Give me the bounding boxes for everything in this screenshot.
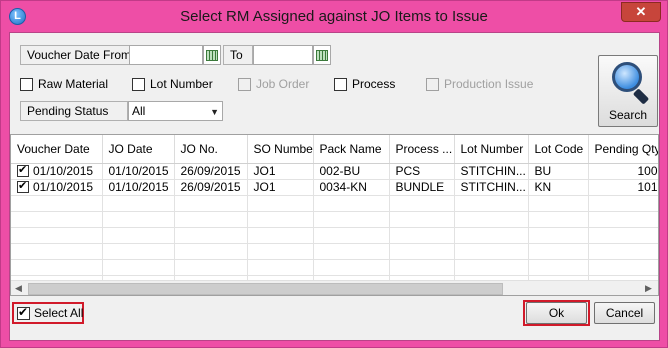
production-issue-checkbox bbox=[426, 78, 439, 91]
dialog-window: L Select RM Assigned against JO Items to… bbox=[0, 0, 668, 348]
voucher-date-from-input[interactable] bbox=[129, 45, 203, 65]
column-header-lot-code[interactable]: Lot Code bbox=[528, 135, 589, 164]
cell-jo-date: 01/10/2015 bbox=[102, 179, 175, 196]
cell-pack-name: 002-BU bbox=[313, 163, 390, 180]
dialog-body: Voucher Date From To Raw Material Lot Nu… bbox=[9, 32, 660, 341]
column-header-process[interactable]: Process ... bbox=[389, 135, 455, 164]
cancel-button[interactable]: Cancel bbox=[594, 302, 655, 324]
lot-number-checkbox[interactable] bbox=[132, 78, 145, 91]
empty-row bbox=[11, 227, 658, 244]
horizontal-scrollbar[interactable]: ◀ ▶ bbox=[11, 280, 658, 295]
chevron-down-icon: ▼ bbox=[210, 107, 219, 117]
cell-pack-name: 0034-KN bbox=[313, 179, 390, 196]
raw-material-checkbox[interactable] bbox=[20, 78, 33, 91]
job-order-label: Job Order bbox=[256, 77, 310, 91]
to-date-calendar-button[interactable] bbox=[313, 45, 331, 65]
column-header-so-number[interactable]: SO Number bbox=[247, 135, 314, 164]
scroll-left-icon[interactable]: ◀ bbox=[15, 283, 22, 294]
search-button[interactable]: Search bbox=[598, 55, 658, 127]
column-header-lot-number[interactable]: Lot Number bbox=[454, 135, 529, 164]
pending-status-label: Pending Status bbox=[20, 101, 128, 121]
magnifier-icon bbox=[612, 62, 642, 92]
pending-status-dropdown[interactable]: All ▼ bbox=[128, 101, 223, 121]
empty-row bbox=[11, 259, 658, 276]
magnifier-handle bbox=[632, 88, 650, 105]
select-all-control[interactable]: Select All bbox=[12, 302, 84, 324]
cell-voucher-date-text: 01/10/2015 bbox=[33, 180, 94, 194]
row-select-checkbox[interactable] bbox=[17, 163, 29, 177]
pending-status-value: All bbox=[132, 104, 146, 118]
items-grid[interactable]: Voucher Date JO Date JO No. SO Number Pa… bbox=[10, 134, 659, 296]
cell-jo-date: 01/10/2015 bbox=[102, 163, 175, 180]
column-header-jo-no[interactable]: JO No. bbox=[174, 135, 248, 164]
cell-lot-code: KN bbox=[528, 179, 589, 196]
voucher-date-from-label: Voucher Date From bbox=[20, 45, 131, 65]
cell-pending-qty: 101 bbox=[588, 179, 658, 196]
column-header-jo-date[interactable]: JO Date bbox=[102, 135, 175, 164]
cell-process: BUNDLE bbox=[389, 179, 455, 196]
job-order-checkbox bbox=[238, 78, 251, 91]
cell-jo-no: 26/09/2015 bbox=[174, 179, 248, 196]
search-label: Search bbox=[608, 108, 648, 122]
table-row[interactable]: 01/10/2015 01/10/2015 26/09/2015 JO1 002… bbox=[11, 163, 658, 180]
grid-header-row: Voucher Date JO Date JO No. SO Number Pa… bbox=[11, 135, 658, 164]
empty-row bbox=[11, 211, 658, 228]
cell-process: PCS bbox=[389, 163, 455, 180]
cell-so-number: JO1 bbox=[247, 179, 314, 196]
cell-lot-number: STITCHIN... bbox=[454, 163, 529, 180]
scrollbar-thumb[interactable] bbox=[28, 283, 503, 295]
select-all-checkbox[interactable] bbox=[17, 305, 30, 320]
cell-pending-qty: 100 bbox=[588, 163, 658, 180]
empty-row bbox=[11, 243, 658, 260]
lot-number-label: Lot Number bbox=[150, 77, 213, 91]
cell-so-number: JO1 bbox=[247, 163, 314, 180]
column-header-pack-name[interactable]: Pack Name bbox=[313, 135, 390, 164]
calendar-icon bbox=[206, 49, 218, 61]
raw-material-label: Raw Material bbox=[38, 77, 109, 91]
close-button[interactable]: ✕ bbox=[621, 2, 661, 22]
window-title: Select RM Assigned against JO Items to I… bbox=[180, 8, 488, 25]
cell-voucher-date[interactable]: 01/10/2015 bbox=[11, 179, 103, 196]
empty-row bbox=[11, 195, 658, 212]
calendar-icon bbox=[316, 49, 328, 61]
column-header-voucher-date[interactable]: Voucher Date bbox=[11, 135, 103, 164]
row-select-checkbox[interactable] bbox=[17, 179, 29, 193]
cell-lot-number: STITCHIN... bbox=[454, 179, 529, 196]
cell-jo-no: 26/09/2015 bbox=[174, 163, 248, 180]
select-all-label: Select All bbox=[34, 306, 84, 320]
cell-voucher-date[interactable]: 01/10/2015 bbox=[11, 163, 103, 180]
to-label: To bbox=[223, 45, 253, 65]
cell-lot-code: BU bbox=[528, 163, 589, 180]
to-date-input[interactable] bbox=[253, 45, 313, 65]
filter-panel: Voucher Date From To Raw Material Lot Nu… bbox=[10, 33, 659, 131]
title-bar[interactable]: L Select RM Assigned against JO Items to… bbox=[1, 1, 667, 32]
ok-button-highlight: Ok bbox=[523, 300, 590, 326]
production-issue-label: Production Issue bbox=[444, 77, 534, 91]
ok-button[interactable]: Ok bbox=[526, 302, 587, 324]
table-row[interactable]: 01/10/2015 01/10/2015 26/09/2015 JO1 003… bbox=[11, 179, 658, 196]
cell-voucher-date-text: 01/10/2015 bbox=[33, 164, 94, 178]
scroll-right-icon[interactable]: ▶ bbox=[645, 283, 652, 294]
voucher-date-from-calendar-button[interactable] bbox=[203, 45, 221, 65]
process-checkbox[interactable] bbox=[334, 78, 347, 91]
column-header-pending-qty[interactable]: Pending Qty bbox=[588, 135, 658, 164]
process-label: Process bbox=[352, 77, 396, 91]
